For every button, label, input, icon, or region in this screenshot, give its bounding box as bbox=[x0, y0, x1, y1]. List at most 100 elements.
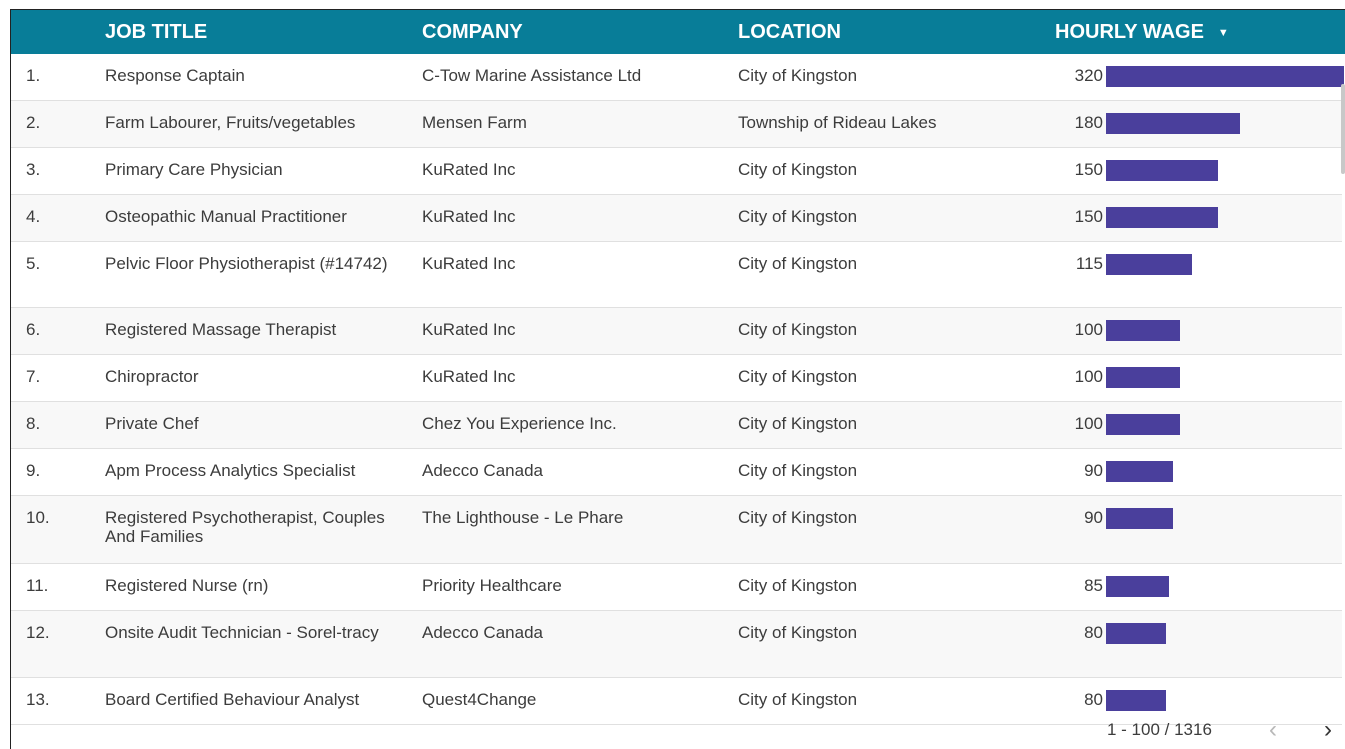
company-cell: KuRated Inc bbox=[422, 207, 516, 226]
hourly-wage-value: 180 bbox=[1074, 113, 1103, 132]
job-title-cell: Chiropractor bbox=[105, 367, 199, 386]
data-table: JOB TITLE COMPANY LOCATION HOURLY WAGE ▼ … bbox=[10, 9, 1345, 749]
job-title-cell: Board Certified Behaviour Analyst bbox=[105, 690, 360, 709]
company-cell: KuRated Inc bbox=[422, 367, 516, 386]
row-number: 11. bbox=[26, 576, 49, 595]
company-cell: The Lighthouse - Le Phare bbox=[422, 508, 624, 527]
location-cell: City of Kingston bbox=[738, 367, 858, 386]
table-row[interactable]: 6. Registered Massage Therapist KuRated In… bbox=[11, 308, 1342, 355]
hourly-wage-bar bbox=[1106, 207, 1218, 228]
hourly-wage-value: 320 bbox=[1074, 66, 1103, 85]
location-cell: City of Kingston bbox=[738, 160, 858, 179]
hourly-wage-value: 100 bbox=[1074, 414, 1103, 433]
table-body: 1. Response Captain C-Tow Marine Assistanc… bbox=[11, 54, 1344, 725]
column-header-label: HOURLY WAGE bbox=[1055, 21, 1204, 43]
company-cell: Quest4Change bbox=[422, 690, 537, 709]
table-row[interactable]: 4. Osteopathic Manual Practitioner KuRated… bbox=[11, 195, 1342, 242]
company-cell: Adecco Canada bbox=[422, 623, 543, 642]
company-cell: KuRated Inc bbox=[422, 320, 516, 339]
location-cell: City of Kingston bbox=[738, 66, 858, 85]
company-cell: Mensen Farm bbox=[422, 113, 527, 132]
job-title-cell: Farm Labourer, Fruits/vegetables bbox=[105, 113, 356, 132]
job-title-cell: Onsite Audit Technician - Sorel-tracy bbox=[105, 623, 379, 642]
table-row[interactable]: 11. Registered Nurse (rn) Priority Healthc… bbox=[11, 564, 1342, 611]
column-header-location[interactable]: LOCATION bbox=[738, 10, 841, 54]
hourly-wage-bar bbox=[1106, 113, 1240, 134]
chevron-left-icon[interactable]: ‹ bbox=[1263, 716, 1283, 744]
job-title-cell: Registered Psychotherapist, Couples And … bbox=[105, 508, 385, 546]
column-header-company[interactable]: COMPANY bbox=[422, 10, 523, 54]
hourly-wage-bar bbox=[1106, 367, 1180, 388]
hourly-wage-bar bbox=[1106, 461, 1173, 482]
table-row[interactable]: 8. Private Chef Chez You Experience Inc. Ci… bbox=[11, 402, 1342, 449]
hourly-wage-value: 90 bbox=[1084, 508, 1103, 527]
row-number: 1. bbox=[26, 66, 41, 85]
location-cell: City of Kingston bbox=[738, 623, 858, 642]
hourly-wage-bar bbox=[1106, 414, 1180, 435]
job-title-cell: Osteopathic Manual Practitioner bbox=[105, 207, 347, 226]
row-number: 3. bbox=[26, 160, 41, 179]
table-row[interactable]: 12. Onsite Audit Technician - Sorel-tracy… bbox=[11, 611, 1342, 678]
job-title-cell: Primary Care Physician bbox=[105, 160, 283, 179]
row-number: 13. bbox=[26, 690, 50, 709]
job-title-cell: Private Chef bbox=[105, 414, 199, 433]
caret-down-icon[interactable]: ▼ bbox=[1218, 11, 1229, 55]
hourly-wage-value: 150 bbox=[1074, 207, 1103, 226]
hourly-wage-bar bbox=[1106, 66, 1344, 87]
table-header: JOB TITLE COMPANY LOCATION HOURLY WAGE ▼ bbox=[11, 10, 1345, 54]
job-title-cell: Registered Massage Therapist bbox=[105, 320, 337, 339]
location-cell: City of Kingston bbox=[738, 508, 858, 527]
company-cell: C-Tow Marine Assistance Ltd bbox=[422, 66, 642, 85]
hourly-wage-bar bbox=[1106, 508, 1173, 529]
job-title-cell: Registered Nurse (rn) bbox=[105, 576, 269, 595]
scrollbar-thumb[interactable] bbox=[1341, 84, 1345, 174]
hourly-wage-value: 100 bbox=[1074, 320, 1103, 339]
hourly-wage-value: 100 bbox=[1074, 367, 1103, 386]
row-number: 2. bbox=[26, 113, 41, 132]
column-header-label: LOCATION bbox=[738, 21, 841, 43]
company-cell: KuRated Inc bbox=[422, 160, 516, 179]
hourly-wage-value: 115 bbox=[1075, 254, 1103, 273]
row-number: 12. bbox=[26, 623, 50, 642]
table-row[interactable]: 3. Primary Care Physician KuRated Inc City … bbox=[11, 148, 1342, 195]
hourly-wage-bar bbox=[1106, 690, 1166, 711]
hourly-wage-value: 150 bbox=[1074, 160, 1103, 179]
table-row[interactable]: 13. Board Certified Behaviour Analyst Ques… bbox=[11, 678, 1342, 725]
row-number: 4. bbox=[26, 207, 41, 226]
company-cell: Chez You Experience Inc. bbox=[422, 414, 617, 433]
row-number: 9. bbox=[26, 461, 41, 480]
table-row[interactable]: 10. Registered Psychotherapist, Couples A… bbox=[11, 496, 1342, 564]
location-cell: City of Kingston bbox=[738, 320, 858, 339]
location-cell: City of Kingston bbox=[738, 207, 858, 226]
row-number: 6. bbox=[26, 320, 41, 339]
row-number: 8. bbox=[26, 414, 41, 433]
column-header-hourly-wage[interactable]: HOURLY WAGE ▼ bbox=[1055, 10, 1229, 54]
location-cell: Township of Rideau Lakes bbox=[738, 113, 937, 132]
table-row[interactable]: 2. Farm Labourer, Fruits/vegetables Mensen… bbox=[11, 101, 1342, 148]
company-cell: KuRated Inc bbox=[422, 254, 516, 273]
location-cell: City of Kingston bbox=[738, 576, 858, 595]
company-cell: Priority Healthcare bbox=[422, 576, 562, 595]
hourly-wage-value: 85 bbox=[1084, 576, 1103, 595]
location-cell: City of Kingston bbox=[738, 414, 858, 433]
vertical-scrollbar[interactable] bbox=[1341, 54, 1345, 749]
column-header-label: JOB TITLE bbox=[105, 21, 208, 43]
hourly-wage-bar bbox=[1106, 160, 1218, 181]
chevron-right-icon[interactable]: › bbox=[1318, 716, 1338, 744]
column-header-job-title[interactable]: JOB TITLE bbox=[105, 10, 207, 54]
table-row[interactable]: 1. Response Captain C-Tow Marine Assistanc… bbox=[11, 54, 1344, 101]
hourly-wage-value: 90 bbox=[1084, 461, 1103, 480]
column-header-label: COMPANY bbox=[422, 21, 523, 43]
pagination-label: 1 - 100 / 1316 bbox=[1107, 720, 1212, 739]
row-number: 5. bbox=[26, 254, 41, 273]
table-row[interactable]: 5. Pelvic Floor Physiotherapist (#14742) K… bbox=[11, 242, 1342, 308]
hourly-wage-bar bbox=[1106, 576, 1169, 597]
table-row[interactable]: 9. Apm Process Analytics Specialist Adecco… bbox=[11, 449, 1342, 496]
hourly-wage-value: 80 bbox=[1084, 690, 1103, 709]
company-cell: Adecco Canada bbox=[422, 461, 543, 480]
job-title-cell: Pelvic Floor Physiotherapist (#14742) bbox=[105, 254, 388, 273]
row-number: 10. bbox=[26, 508, 50, 527]
location-cell: City of Kingston bbox=[738, 690, 858, 709]
table-row[interactable]: 7. Chiropractor KuRated Inc City of Kingsto… bbox=[11, 355, 1342, 402]
location-cell: City of Kingston bbox=[738, 461, 858, 480]
